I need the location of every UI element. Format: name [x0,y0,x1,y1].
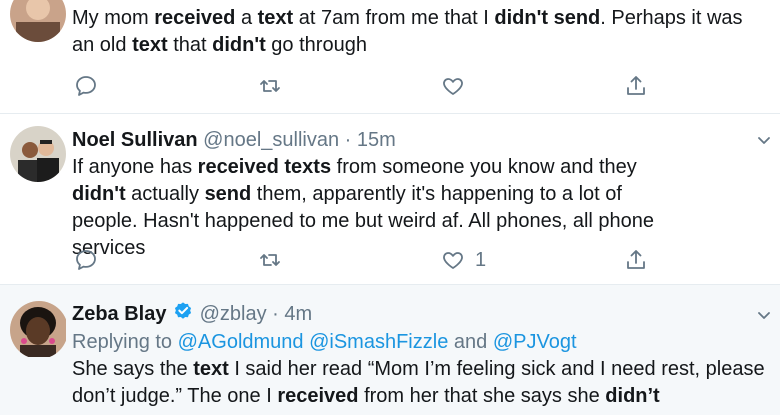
reply-mentions[interactable]: @AGoldmund @iSmashFizzle [178,331,449,353]
text-segment: that [167,34,213,56]
tweet-header: Noel Sullivan @noel_sullivan · 15m [72,127,396,153]
like-icon [443,78,463,95]
handle[interactable]: @noel_sullivan [203,129,339,151]
text-segment: go through [265,34,367,56]
highlighted-term: text [193,358,229,380]
timestamp[interactable]: 4m [284,303,312,325]
verified-icon [174,302,192,319]
timestamp[interactable]: 15m [357,129,396,151]
text-segment: She says the [72,358,194,380]
retweet-icon [260,254,280,266]
highlighted-term: received texts [197,156,332,178]
highlighted-term: received [154,7,236,29]
replying-to: Replying to @AGoldmund @iSmashFizzle and… [72,329,577,355]
highlighted-term: didn't send [494,7,601,29]
like-icon [443,252,463,269]
highlighted-term: didn't [212,34,266,56]
like-button[interactable] [441,71,465,101]
replying-and: and [448,331,493,353]
text-segment: from someone you know and they [331,156,637,178]
share-icon [627,250,645,269]
text-segment: actually [125,183,205,205]
highlighted-term: text [257,7,294,29]
reply-icon [76,76,96,96]
tweet-text: She says the text I said her read “Mom I… [72,356,766,410]
highlighted-term: didn’t [605,385,660,407]
text-segment: at 7am from me that I [293,7,495,29]
share-button[interactable] [624,71,648,101]
share-icon [627,76,645,95]
avatar[interactable] [10,0,66,42]
tweet-header: Zeba Blay @zblay · 4m [72,301,312,327]
text-segment: If anyone has [72,156,198,178]
tweet-2[interactable]: Noel Sullivan @noel_sullivan · 15m If an… [0,113,780,284]
replying-prefix: Replying to [72,331,178,353]
highlighted-term: send [204,183,252,205]
text-segment: a [235,7,258,29]
highlighted-term: text [132,34,168,56]
separator-dot: · [272,303,279,325]
avatar[interactable] [10,301,68,359]
retweet-icon [260,80,280,92]
reply-button[interactable] [74,245,98,275]
reply-button[interactable] [74,71,98,101]
text-segment: My mom [72,7,155,29]
separator-dot: · [344,129,352,151]
tweet-text: My mom received a text at 7am from me th… [72,5,766,59]
like-button[interactable]: 1 [441,245,486,275]
display-name[interactable]: Noel Sullivan [72,129,198,151]
caret-down-icon[interactable] [756,132,772,148]
share-button[interactable] [624,245,648,275]
highlighted-term: received [277,385,359,407]
avatar[interactable] [10,126,66,182]
retweet-button[interactable] [258,71,282,101]
reply-mention-last[interactable]: @PJVogt [493,331,577,353]
like-count: 1 [475,248,487,271]
retweet-button[interactable] [258,245,282,275]
caret-down-icon[interactable] [756,307,772,323]
tweet-3[interactable]: Zeba Blay @zblay · 4m Replying to @AGold… [0,284,780,415]
text-segment: from her that she says she [358,385,606,407]
display-name[interactable]: Zeba Blay [72,303,166,325]
handle[interactable]: @zblay [200,303,267,325]
tweet-actions: 1 [72,245,672,275]
tweet-actions [72,71,672,101]
tweet-1[interactable]: My mom received a text at 7am from me th… [0,0,780,112]
reply-icon [76,250,96,270]
highlighted-term: didn't [72,183,126,205]
